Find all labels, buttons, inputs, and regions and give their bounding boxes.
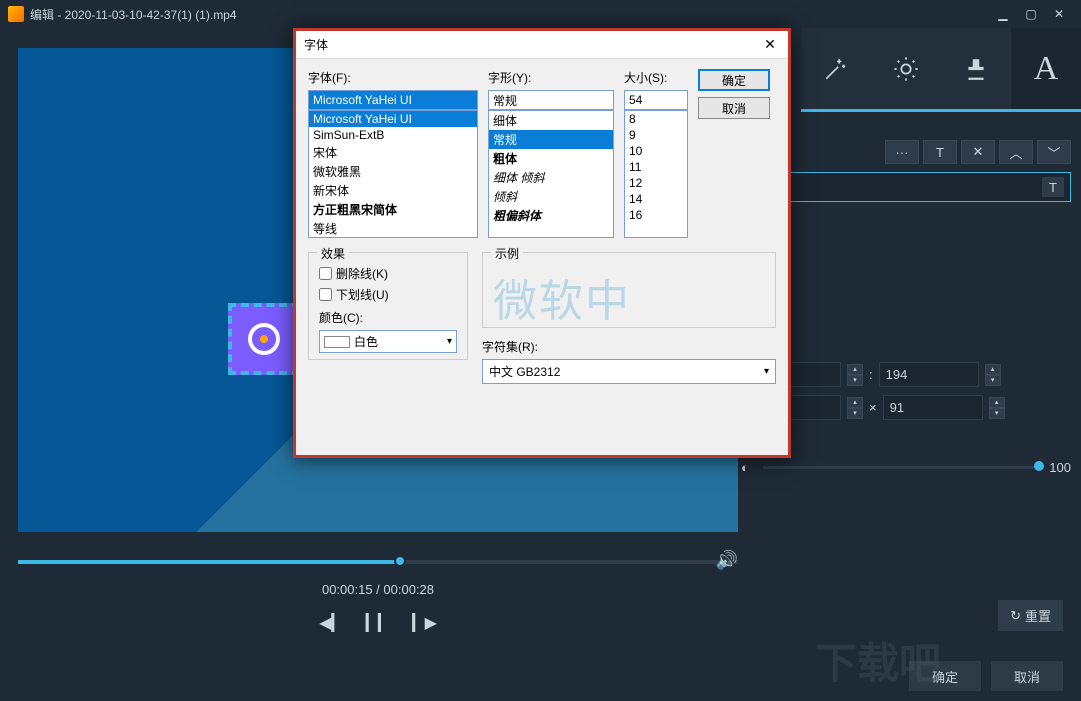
style-list-item[interactable]: 倾斜 bbox=[489, 187, 613, 206]
titlebar: 编辑 - 2020-11-03-10-42-37(1) (1).mp4 ▁ ▢ … bbox=[0, 0, 1081, 28]
strike-checkbox-row[interactable]: 删除线(K) bbox=[319, 265, 457, 282]
text-button[interactable]: T bbox=[923, 140, 957, 164]
size-list-item[interactable]: 12 bbox=[625, 175, 687, 191]
size-input[interactable] bbox=[624, 90, 688, 110]
y-spinner[interactable]: ▴▾ bbox=[985, 364, 1001, 386]
window-title: 编辑 - 2020-11-03-10-42-37(1) (1).mp4 bbox=[30, 6, 237, 23]
font-input[interactable] bbox=[308, 90, 478, 110]
font-cancel-button[interactable]: 取消 bbox=[698, 97, 770, 119]
font-list-item[interactable]: 方正粗黑宋简体 bbox=[309, 200, 477, 219]
h-spinner[interactable]: ▴▾ bbox=[989, 397, 1005, 419]
main-cancel-button[interactable]: 取消 bbox=[991, 661, 1063, 691]
style-list-item[interactable]: 细体 倾斜 bbox=[489, 168, 613, 187]
opacity-slider[interactable] bbox=[763, 466, 1039, 469]
y-input[interactable] bbox=[879, 362, 979, 387]
effects-legend: 效果 bbox=[317, 245, 349, 262]
font-list-item[interactable]: 微软雅黑 bbox=[309, 162, 477, 181]
tool-tabs: A bbox=[801, 28, 1081, 112]
more-button[interactable]: ··· bbox=[885, 140, 919, 164]
style-list-item[interactable]: 粗体 bbox=[489, 149, 613, 168]
font-list-item[interactable]: 等线 bbox=[309, 219, 477, 238]
strike-checkbox[interactable] bbox=[319, 267, 332, 280]
underline-checkbox-row[interactable]: 下划线(U) bbox=[319, 286, 457, 303]
size-list-item[interactable]: 14 bbox=[625, 191, 687, 207]
font-label: 字体(F): bbox=[308, 69, 478, 86]
move-down-button[interactable]: ﹀ bbox=[1037, 140, 1071, 164]
timecode: 00:00:15 / 00:00:28 bbox=[18, 582, 738, 597]
next-frame-button[interactable]: ▎▶ bbox=[412, 613, 437, 633]
timeline-thumb[interactable] bbox=[394, 555, 406, 567]
main-ok-button[interactable]: 确定 bbox=[909, 661, 981, 691]
play-controls: ◀▎ ▎▎ ▎▶ bbox=[18, 613, 738, 633]
timeline: 🔊 00:00:15 / 00:00:28 ◀▎ ▎▎ ▎▶ bbox=[18, 560, 738, 633]
font-list[interactable]: Microsoft YaHei UISimSun-ExtB宋体微软雅黑新宋体方正… bbox=[308, 110, 478, 238]
style-input[interactable] bbox=[488, 90, 614, 110]
pause-button[interactable]: ▎▎ bbox=[366, 613, 391, 633]
h-input[interactable] bbox=[883, 395, 983, 420]
font-ok-button[interactable]: 确定 bbox=[698, 69, 770, 91]
tab-magic[interactable] bbox=[801, 28, 871, 109]
tab-stamp[interactable] bbox=[941, 28, 1011, 109]
font-list-item[interactable]: 新宋体 bbox=[309, 181, 477, 200]
size-list-item[interactable]: 11 bbox=[625, 159, 687, 175]
close-window-button[interactable]: ✕ bbox=[1045, 4, 1073, 24]
size-list[interactable]: 891011121416 bbox=[624, 110, 688, 238]
x-spinner[interactable]: ▴▾ bbox=[847, 364, 863, 386]
color-label: 颜色(C): bbox=[319, 309, 457, 326]
size-list-item[interactable]: 10 bbox=[625, 143, 687, 159]
color-select[interactable]: 白色 ▾ bbox=[319, 330, 457, 353]
tab-brightness[interactable] bbox=[871, 28, 941, 109]
style-list[interactable]: 细体常规粗体细体 倾斜倾斜粗偏斜体 bbox=[488, 110, 614, 238]
reset-icon: ↻ bbox=[1010, 608, 1021, 624]
sample-legend: 示例 bbox=[491, 245, 523, 262]
font-dialog-titlebar: 字体 ✕ bbox=[296, 31, 788, 59]
move-up-button[interactable]: ︿ bbox=[999, 140, 1033, 164]
font-list-item[interactable]: Microsoft YaHei UI bbox=[309, 111, 477, 127]
sample-group: 示例 微软中 bbox=[482, 252, 776, 328]
tab-text[interactable]: A bbox=[1011, 28, 1081, 109]
magic-wand-icon bbox=[823, 56, 849, 82]
bottom-buttons: 确定 取消 bbox=[909, 661, 1063, 691]
reset-button[interactable]: ↻ 重置 bbox=[998, 600, 1063, 631]
volume-icon[interactable]: 🔊 bbox=[716, 550, 738, 571]
size-label: 大小(S): bbox=[624, 69, 688, 86]
font-list-item[interactable]: 宋体 bbox=[309, 143, 477, 162]
watermark-text-icon[interactable]: T bbox=[1042, 177, 1064, 197]
size-list-item[interactable]: 9 bbox=[625, 127, 687, 143]
font-dialog: 字体 ✕ 字体(F): Microsoft YaHei UISimSun-Ext… bbox=[293, 28, 791, 458]
selected-watermark-icon[interactable] bbox=[228, 303, 300, 375]
font-list-item[interactable]: SimSun-ExtB bbox=[309, 127, 477, 143]
color-swatch bbox=[324, 336, 350, 348]
underline-checkbox[interactable] bbox=[319, 288, 332, 301]
opacity-slider-row: ◐ 100 bbox=[741, 460, 1071, 475]
sample-text: 微软中 bbox=[493, 261, 765, 333]
app-icon bbox=[8, 6, 24, 22]
style-list-item[interactable]: 粗偏斜体 bbox=[489, 206, 613, 225]
style-list-item[interactable]: 常规 bbox=[489, 130, 613, 149]
font-dialog-close-button[interactable]: ✕ bbox=[760, 35, 780, 55]
minimize-button[interactable]: ▁ bbox=[989, 4, 1017, 24]
w-spinner[interactable]: ▴▾ bbox=[847, 397, 863, 419]
font-dialog-title: 字体 bbox=[304, 36, 328, 53]
effects-group: 效果 删除线(K) 下划线(U) 颜色(C): 白色 ▾ bbox=[308, 252, 468, 360]
size-list-item[interactable]: 8 bbox=[625, 111, 687, 127]
charset-select[interactable]: 中文 GB2312 ▾ bbox=[482, 359, 776, 384]
stamp-icon bbox=[963, 56, 989, 82]
maximize-button[interactable]: ▢ bbox=[1017, 4, 1045, 24]
timeline-track[interactable]: 🔊 bbox=[18, 560, 738, 564]
style-list-item[interactable]: 细体 bbox=[489, 111, 613, 130]
sun-icon bbox=[892, 55, 920, 83]
delete-button[interactable]: ✕ bbox=[961, 140, 995, 164]
charset-label: 字符集(R): bbox=[482, 338, 776, 355]
prev-frame-button[interactable]: ◀▎ bbox=[319, 613, 344, 633]
opacity-value: 100 bbox=[1049, 460, 1071, 475]
style-label: 字形(Y): bbox=[488, 69, 614, 86]
text-icon: A bbox=[1034, 50, 1059, 88]
size-list-item[interactable]: 16 bbox=[625, 207, 687, 223]
